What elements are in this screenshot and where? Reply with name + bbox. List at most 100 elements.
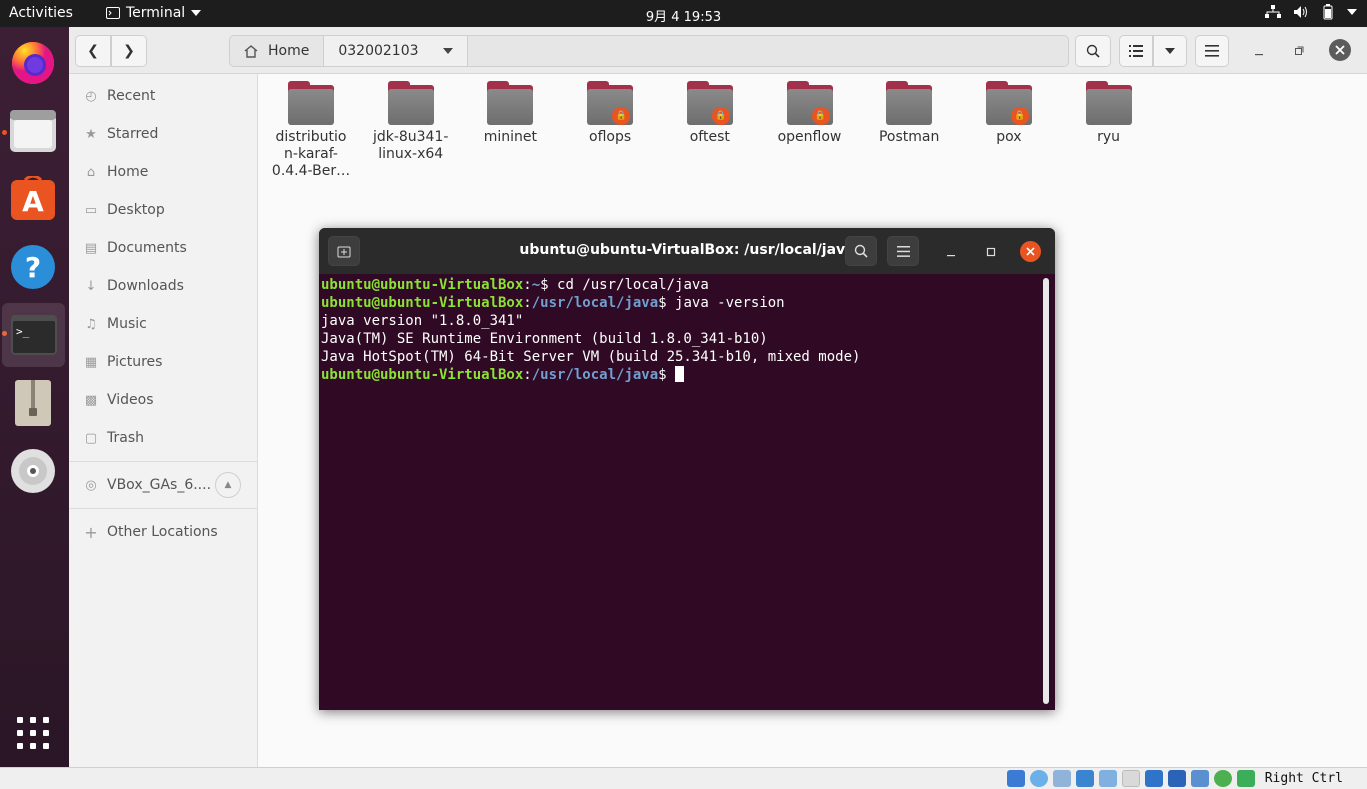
pictures-icon: ▦ [84,354,98,370]
terminal-maximize-button[interactable] [981,242,1001,262]
terminal-line: ubuntu@ubuntu-VirtualBox:~$ cd /usr/loca… [321,276,1041,294]
sidebar-item-label: Starred [107,126,159,142]
forward-button[interactable]: ❯ [111,35,147,67]
restore-icon [1295,46,1304,55]
dock-show-apps[interactable] [0,701,66,765]
sidebar-item-other-locations[interactable]: + Other Locations [69,516,257,548]
folder-item[interactable]: Postman [859,81,959,146]
usb-icon[interactable] [1099,770,1117,787]
folder-icon: 🔒 [786,81,833,125]
output-text: Java HotSpot(TM) 64-Bit Server VM (build… [321,349,861,365]
sidebar-item-starred[interactable]: ★ Starred [69,118,257,150]
system-tray[interactable] [1265,4,1357,20]
sidebar-item-label: Trash [107,430,144,446]
network-icon [1265,5,1281,18]
view-options-button[interactable] [1153,35,1187,67]
lock-icon: 🔒 [811,107,830,125]
prompt-path: /usr/local/java [531,367,659,383]
video-capture-icon[interactable] [1168,770,1186,787]
sidebar-item-home[interactable]: ⌂ Home [69,156,257,188]
hamburger-icon [896,245,910,257]
plus-icon: + [84,522,98,542]
terminal-scrollbar[interactable] [1043,278,1049,704]
folder-icon: 🔒 [686,81,733,125]
close-button[interactable] [1329,39,1351,61]
command-text: $ [658,367,676,383]
terminal-menu-button[interactable] [887,236,919,266]
folder-name: oftest [689,129,730,145]
folder-item[interactable]: mininet [460,81,560,146]
audio-icon[interactable] [1053,770,1071,787]
dock-help[interactable]: ? [0,235,66,299]
search-button[interactable] [1075,35,1111,67]
home-icon [244,44,258,58]
path-bar: Home 032002103 [229,35,1069,67]
shared-folders-icon[interactable] [1122,770,1140,787]
terminal-line: ubuntu@ubuntu-VirtualBox:/usr/local/java… [321,294,1041,312]
path-current[interactable]: 032002103 [324,36,468,66]
dock-terminal[interactable]: >_ [2,303,65,367]
network-adapter-icon[interactable] [1076,770,1094,787]
folder-item[interactable]: ryu [1059,81,1159,146]
volume-icon [1294,6,1307,18]
folder-item[interactable]: 🔒 pox [959,81,1059,146]
dock-software[interactable]: A [0,167,66,231]
mouse-integration-icon[interactable] [1214,770,1232,787]
search-icon [1086,44,1100,58]
back-button[interactable]: ❮ [75,35,111,67]
folder-item[interactable]: 🔒 oflops [560,81,660,146]
folder-item[interactable]: 🔒 openflow [760,81,860,146]
sidebar-item-label: Pictures [107,354,163,370]
vt-x-icon[interactable] [1191,770,1209,787]
folder-item[interactable]: 🔒 oftest [660,81,760,146]
sidebar-item-recent[interactable]: ◴ Recent [69,80,257,112]
music-icon: ♫ [85,316,97,332]
sidebar-item-documents[interactable]: ▤ Documents [69,232,257,264]
sidebar-item-pictures[interactable]: ▦ Pictures [69,346,257,378]
view-list-button[interactable] [1119,35,1153,67]
sidebar-item-desktop[interactable]: ▭ Desktop [69,194,257,226]
terminal-search-button[interactable] [845,236,877,266]
terminal-prompt-glyph: >_ [16,325,30,338]
command-text: $ java -version [658,295,785,311]
eject-button[interactable]: ▲ [215,472,241,498]
dock-archive[interactable] [0,371,66,435]
new-tab-button[interactable] [328,236,360,266]
terminal-output[interactable]: ubuntu@ubuntu-VirtualBox:~$ cd /usr/loca… [321,276,1041,706]
downloads-icon: ↓ [85,278,97,294]
minimize-button[interactable] [1251,43,1267,59]
sidebar-item-trash[interactable]: ▢ Trash [69,422,257,454]
sidebar-divider [69,461,257,462]
path-current-label: 032002103 [338,43,419,59]
chevron-left-icon: ❮ [87,43,99,59]
sidebar-item-label: Home [107,164,149,180]
output-text: java version "1.8.0_341" [321,313,524,329]
chevron-down-icon [442,48,453,54]
path-home[interactable]: Home [230,36,325,66]
maximize-icon [986,247,996,257]
folder-name: jdk-8u341- [372,129,449,145]
sidebar-item-downloads[interactable]: ↓ Downloads [69,270,257,302]
terminal-close-button[interactable] [1020,241,1041,262]
sidebar-item-music[interactable]: ♫ Music [69,308,257,340]
keyboard-capture-icon[interactable] [1237,770,1255,787]
app-menu[interactable]: Terminal [106,5,202,21]
sidebar-item-device[interactable]: ◎ VBox_GAs_6.... ▲ [69,469,257,501]
display-icon[interactable] [1145,770,1163,787]
firefox-icon [12,42,54,84]
sidebar-item-videos[interactable]: ▩ Videos [69,384,257,416]
dock-firefox[interactable] [0,31,66,95]
hard-disk-icon[interactable] [1007,770,1025,787]
menu-button[interactable] [1195,35,1229,67]
optical-drive-icon[interactable] [1030,770,1048,787]
maximize-button[interactable] [1291,43,1307,59]
trash-icon: ▢ [84,430,98,446]
archive-icon [15,380,51,426]
dock-files[interactable] [0,99,66,163]
folder-item[interactable]: jdk-8u341- linux-x64 [361,81,461,163]
dock-disc[interactable] [0,439,66,503]
folder-item[interactable]: distributio n-karaf- 0.4.4-Ber… [261,81,361,180]
clock[interactable]: 9月 4 19:53 [646,10,721,25]
activities-button[interactable]: Activities [9,5,73,21]
terminal-minimize-button[interactable] [941,242,961,262]
